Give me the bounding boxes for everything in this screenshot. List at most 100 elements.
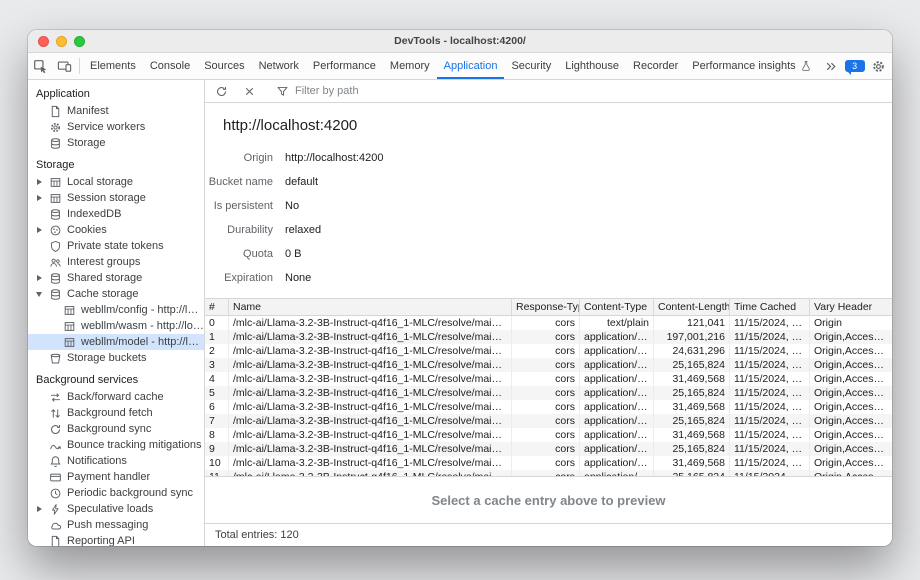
sidebar-item-speculative-loads[interactable]: Speculative loads [28,501,204,517]
tab-memory[interactable]: Memory [383,53,437,79]
sidebar-item-cache-webllm-config[interactable]: webllm/config - http://loc… [28,302,204,318]
table-row[interactable]: 6 /mlc-ai/Llama-3.2-3B-Instruct-q4f16_1-… [205,400,892,414]
cell-index: 5 [205,386,229,400]
tab-performance-insights[interactable]: Performance insights [685,53,818,79]
cell-content-type: application/oc… [580,330,654,344]
inspect-element-button[interactable] [28,53,52,79]
cache-origin-title: http://localhost:4200 [223,117,892,134]
column-header-content-length[interactable]: Content-Length [654,299,730,315]
sidebar-item-label: Background sync [67,423,151,435]
sidebar-item-reporting-api[interactable]: Reporting API [28,533,204,546]
chevrons-right-icon [823,59,838,74]
tab-sources[interactable]: Sources [197,53,251,79]
sidebar-item-label: Session storage [67,192,146,204]
metadata-value: default [273,176,318,188]
expand-arrow-icon[interactable] [37,179,42,185]
settings-button[interactable] [867,59,891,74]
sidebar-item-background-sync[interactable]: Background sync [28,421,204,437]
table-row[interactable]: 1 /mlc-ai/Llama-3.2-3B-Instruct-q4f16_1-… [205,330,892,344]
column-header-index[interactable]: # [205,299,229,315]
issues-button[interactable]: 3 [843,60,867,72]
sidebar-item-push-messaging[interactable]: Push messaging [28,517,204,533]
sidebar-item-storage[interactable]: Storage [28,135,204,151]
zoom-window-button[interactable] [74,36,85,47]
sidebar-item-cache-storage[interactable]: Cache storage [28,286,204,302]
tab-label: Sources [204,60,244,72]
tab-performance[interactable]: Performance [306,53,383,79]
sidebar-item-label: webllm/wasm - http://loca… [81,320,204,332]
cell-response-type: cors [512,358,580,372]
sidebar-item-cache-webllm-model[interactable]: webllm/model - http://loc… [28,334,204,350]
device-toolbar-button[interactable] [52,53,76,79]
tab-recorder[interactable]: Recorder [626,53,685,79]
tab-application[interactable]: Application [437,53,505,79]
sidebar-item-label: IndexedDB [67,208,121,220]
sidebar-item-bounce-tracking-mitigations[interactable]: Bounce tracking mitigations [28,437,204,453]
refresh-button[interactable] [209,85,233,98]
sidebar-item-cookies[interactable]: Cookies [28,222,204,238]
expand-arrow-icon[interactable] [37,227,42,233]
filter-input[interactable] [293,84,457,98]
cell-content-type: application/oc… [580,456,654,470]
column-header-content-type[interactable]: Content-Type [580,299,654,315]
table-row[interactable]: 10 /mlc-ai/Llama-3.2-3B-Instruct-q4f16_1… [205,456,892,470]
sidebar-item-service-workers[interactable]: Service workers [28,119,204,135]
sidebar-item-session-storage[interactable]: Session storage [28,190,204,206]
metadata-row: Bucket name default [205,170,892,194]
sidebar-item-interest-groups[interactable]: Interest groups [28,254,204,270]
cell-content-length: 25,165,824 [654,442,730,456]
lightning-icon [49,503,62,516]
table-row[interactable]: 9 /mlc-ai/Llama-3.2-3B-Instruct-q4f16_1-… [205,442,892,456]
tab-label: Performance insights [692,60,795,72]
sidebar-item-manifest[interactable]: Manifest [28,103,204,119]
cell-content-length: 25,165,824 [654,414,730,428]
table-row[interactable]: 8 /mlc-ai/Llama-3.2-3B-Instruct-q4f16_1-… [205,428,892,442]
table-row[interactable]: 2 /mlc-ai/Llama-3.2-3B-Instruct-q4f16_1-… [205,344,892,358]
cell-vary-header: Origin,Access… [810,428,892,442]
sidebar-item-shared-storage[interactable]: Shared storage [28,270,204,286]
delete-selected-button[interactable] [237,85,261,98]
sidebar-item-storage-buckets[interactable]: Storage buckets [28,350,204,366]
column-header-time-cached[interactable]: Time Cached [730,299,810,315]
devtools-tabbar: Elements Console Sources Network Perform… [28,53,892,80]
metadata-value: relaxed [273,224,321,236]
cell-time-cached: 11/15/2024, 10… [730,344,810,358]
collapse-arrow-icon[interactable] [36,292,42,297]
sidebar-item-notifications[interactable]: Notifications [28,453,204,469]
sidebar-item-periodic-background-sync[interactable]: Periodic background sync [28,485,204,501]
expand-arrow-icon[interactable] [37,195,42,201]
minimize-window-button[interactable] [56,36,67,47]
tab-security[interactable]: Security [504,53,558,79]
sidebar-item-back-forward-cache[interactable]: Back/forward cache [28,389,204,405]
metadata-row: Quota 0 B [205,242,892,266]
close-window-button[interactable] [38,36,49,47]
table-row[interactable]: 7 /mlc-ai/Llama-3.2-3B-Instruct-q4f16_1-… [205,414,892,428]
table-row[interactable]: 0 /mlc-ai/Llama-3.2-3B-Instruct-q4f16_1-… [205,316,892,330]
cell-vary-header: Origin,Access… [810,386,892,400]
tab-network[interactable]: Network [252,53,306,79]
tab-console[interactable]: Console [143,53,197,79]
expand-arrow-icon[interactable] [37,275,42,281]
menu-button[interactable] [891,59,892,74]
column-header-name[interactable]: Name [229,299,512,315]
expand-arrow-icon[interactable] [37,506,42,512]
column-header-vary-header[interactable]: Vary Header [810,299,892,315]
sidebar-item-background-fetch[interactable]: Background fetch [28,405,204,421]
sidebar-item-payment-handler[interactable]: Payment handler [28,469,204,485]
sidebar-item-cache-webllm-wasm[interactable]: webllm/wasm - http://loca… [28,318,204,334]
more-tabs-button[interactable] [819,59,843,74]
cell-response-type: cors [512,316,580,330]
tab-lighthouse[interactable]: Lighthouse [558,53,626,79]
sidebar-item-indexeddb[interactable]: IndexedDB [28,206,204,222]
sidebar-item-local-storage[interactable]: Local storage [28,174,204,190]
cell-time-cached: 11/15/2024, 10… [730,358,810,372]
table-row[interactable]: 5 /mlc-ai/Llama-3.2-3B-Instruct-q4f16_1-… [205,386,892,400]
table-row[interactable]: 3 /mlc-ai/Llama-3.2-3B-Instruct-q4f16_1-… [205,358,892,372]
metadata-label: Expiration [205,272,273,284]
table-row[interactable]: 4 /mlc-ai/Llama-3.2-3B-Instruct-q4f16_1-… [205,372,892,386]
sidebar-section-storage: Storage [28,151,204,174]
tab-elements[interactable]: Elements [83,53,143,79]
column-header-response-type[interactable]: Response-Type [512,299,580,315]
sidebar-item-label: webllm/model - http://loc… [81,336,204,348]
sidebar-item-private-state-tokens[interactable]: Private state tokens [28,238,204,254]
